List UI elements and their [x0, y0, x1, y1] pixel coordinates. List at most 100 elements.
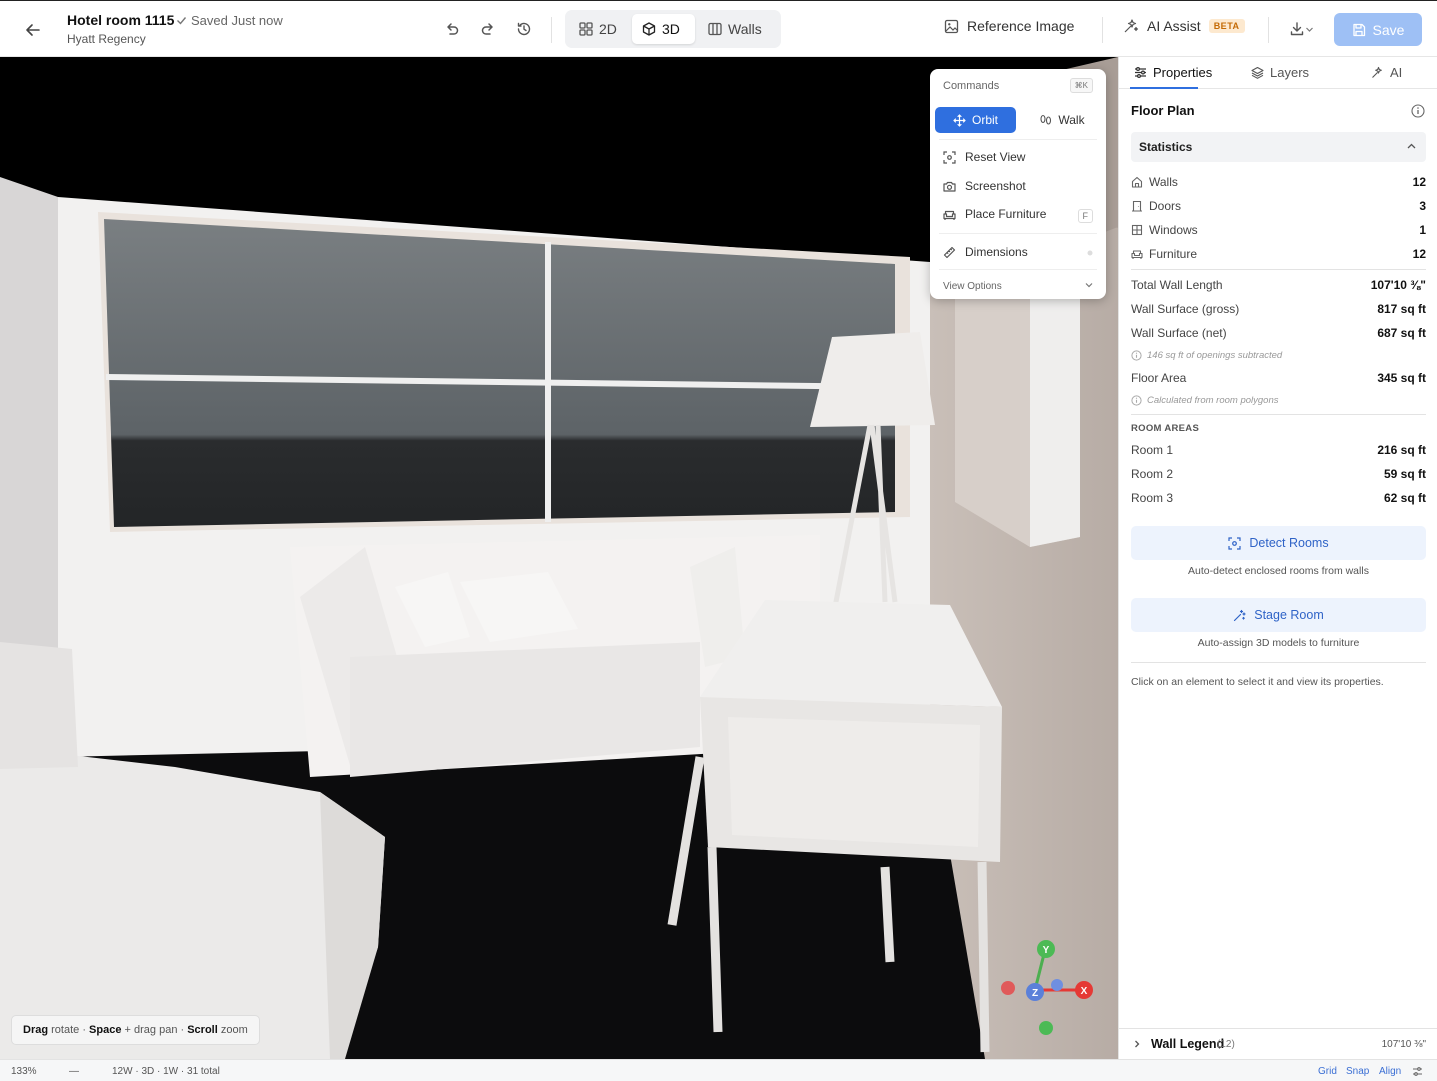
stat-value: 817 sq ft [1377, 302, 1426, 316]
tab-ai[interactable]: AI [1371, 65, 1402, 80]
zoom-level[interactable]: 133% [11, 1066, 37, 1077]
stat-row-wall-surface-net: Wall Surface (net) 687 sq ft [1131, 326, 1426, 344]
reference-image-button[interactable]: Reference Image [944, 18, 1074, 34]
wall-legend-count: (12) [1217, 1039, 1235, 1050]
stat-value: 107'10 ⅜" [1370, 278, 1426, 292]
room-row[interactable]: Room 3 62 sq ft [1131, 491, 1426, 509]
divider [939, 233, 1097, 234]
export-dropdown[interactable] [1284, 18, 1318, 40]
tab-layers[interactable]: Layers [1251, 65, 1309, 80]
chevron-up-icon [1407, 143, 1416, 149]
orbit-mode-button[interactable]: Orbit [935, 107, 1016, 133]
project-title[interactable]: Hotel room 1115 [67, 12, 174, 28]
sofa-icon [1131, 250, 1143, 259]
stat-value: 12 [1412, 247, 1426, 261]
divider [1268, 17, 1269, 43]
element-summary: 12W · 3D · 1W · 31 total [112, 1066, 220, 1077]
status-separator: — [69, 1066, 79, 1077]
room-areas-heading: ROOM AREAS [1131, 423, 1200, 434]
detect-rooms-button[interactable]: Detect Rooms [1131, 526, 1426, 560]
tab-label: Layers [1270, 65, 1310, 80]
hint-drag-key: Drag [23, 1024, 49, 1036]
grid-toggle[interactable]: Grid [1318, 1066, 1337, 1077]
save-button[interactable]: Save [1334, 13, 1422, 46]
camera-icon [943, 181, 956, 192]
stage-room-caption: Auto-assign 3D models to furniture [1197, 637, 1360, 649]
axis-gizmo[interactable]: Y X Z [995, 935, 1105, 1035]
dot-icon [1087, 250, 1093, 256]
tab-properties[interactable]: Properties [1134, 65, 1212, 80]
walk-mode-button[interactable]: Walk [1023, 107, 1101, 133]
wall-legend-toggle[interactable]: Wall Legend (12) 107'10 ⅜" [1119, 1028, 1437, 1059]
wall-legend-value: 107'10 ⅜" [1381, 1039, 1426, 1050]
back-button[interactable] [20, 17, 46, 43]
stat-label: Wall Surface (net) [1131, 326, 1227, 340]
undo-button[interactable] [441, 18, 463, 40]
screenshot-command[interactable]: Screenshot [943, 179, 1026, 193]
stat-label: Total Wall Length [1131, 278, 1223, 292]
divider [939, 139, 1097, 140]
history-button[interactable] [513, 18, 535, 40]
beta-badge: BETA [1208, 19, 1245, 33]
hint-drag-action: rotate [51, 1024, 80, 1036]
arrow-left-icon [26, 24, 40, 36]
panel-title: Floor Plan [1131, 103, 1195, 118]
reset-view-command[interactable]: Reset View [943, 150, 1025, 164]
stat-row-windows: Windows 1 [1131, 223, 1426, 241]
snap-toggle[interactable]: Snap [1346, 1066, 1369, 1077]
divider [939, 269, 1097, 270]
room-row[interactable]: Room 2 59 sq ft [1131, 467, 1426, 485]
dimensions-command[interactable]: Dimensions [943, 245, 1028, 259]
view-mode-walls[interactable]: Walls [698, 14, 778, 44]
view-mode-label: Walls [728, 21, 762, 37]
place-furniture-label: Place Furniture [965, 207, 1047, 221]
stat-row-doors: Doors 3 [1131, 199, 1426, 217]
download-icon [1290, 22, 1303, 36]
commands-title: Commands [943, 80, 1000, 92]
commands-shortcut: ⌘K [1069, 78, 1093, 93]
chevron-down-icon[interactable] [1084, 280, 1094, 290]
ai-assist-button[interactable]: AI Assist BETA [1123, 18, 1245, 34]
stat-label: Floor Area [1131, 371, 1187, 385]
place-furniture-shortcut: F [1077, 209, 1093, 223]
stat-row-floor-area: Floor Area 345 sq ft [1131, 371, 1426, 389]
active-tab-indicator [1130, 87, 1198, 89]
room-label: Room 3 [1131, 491, 1174, 505]
dimensions-label: Dimensions [965, 245, 1028, 259]
statistics-toggle[interactable]: Statistics [1131, 132, 1426, 162]
grid-icon [579, 22, 593, 36]
divider [1131, 662, 1426, 663]
stage-room-button[interactable]: Stage Room [1131, 598, 1426, 632]
settings-sliders-icon[interactable] [1412, 1066, 1423, 1077]
3d-viewport[interactable]: Commands ⌘K Orbit Walk Reset View Screen… [0, 57, 1118, 1059]
status-bar: 133% — 12W · 3D · 1W · 31 total Grid Sna… [0, 1059, 1437, 1081]
room-row[interactable]: Room 1 216 sq ft [1131, 443, 1426, 461]
info-icon[interactable] [1411, 104, 1425, 118]
divider [551, 17, 552, 43]
info-icon [1131, 350, 1142, 361]
properties-panel: Properties Layers AI Floor Plan Statisti… [1118, 57, 1437, 1059]
image-icon [944, 19, 959, 33]
view-options-toggle[interactable]: View Options [943, 281, 1002, 292]
magic-wand-icon [1234, 609, 1246, 621]
project-subtitle: Hyatt Regency [67, 32, 146, 46]
align-toggle[interactable]: Align [1379, 1066, 1401, 1077]
stat-row-furniture: Furniture 12 [1131, 247, 1426, 265]
axis-z-label: Z [1032, 988, 1038, 999]
axis-y-label: Y [1043, 945, 1050, 956]
stat-label: Wall Surface (gross) [1131, 302, 1240, 316]
hint-space-action: + drag pan [124, 1024, 178, 1036]
sofa-icon [943, 210, 956, 220]
chevron-right-icon [1135, 1040, 1140, 1048]
panel-tabs: Properties Layers AI [1119, 57, 1437, 89]
stat-row-walls: Walls 12 [1131, 175, 1426, 193]
reference-image-label: Reference Image [967, 18, 1075, 34]
save-label: Save [1372, 21, 1405, 38]
view-mode-3d[interactable]: 3D [632, 14, 695, 44]
view-mode-2d[interactable]: 2D [569, 14, 631, 44]
place-furniture-command[interactable]: Place Furniture [943, 207, 1046, 221]
redo-button[interactable] [477, 18, 499, 40]
divider [1102, 17, 1103, 43]
selection-help-text: Click on an element to select it and vie… [1131, 676, 1384, 688]
view-mode-label: 2D [599, 21, 617, 37]
